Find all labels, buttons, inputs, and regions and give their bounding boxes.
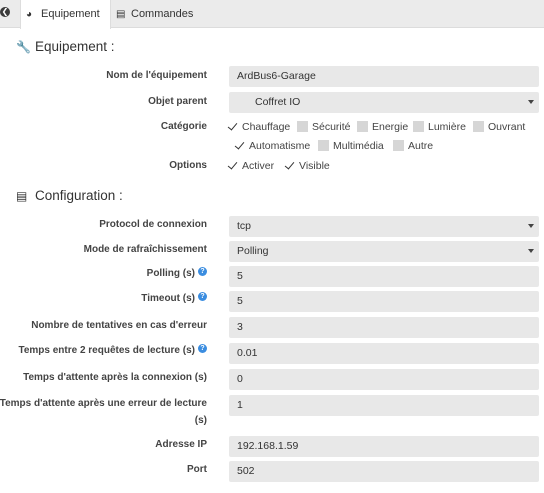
check-icon — [227, 121, 238, 132]
protocol-label: Protocol de connexion — [99, 219, 207, 230]
ip-field[interactable] — [229, 436, 539, 457]
port-label: Port — [187, 464, 207, 475]
temps-requetes-label-text: Temps entre 2 requêtes de lecture (s) — [18, 345, 195, 356]
objet-select-value: Coffret IO — [255, 96, 301, 108]
tab-commandes-label: Commandes — [131, 8, 194, 20]
section-configuration-header: ▤ Configuration : — [16, 188, 123, 203]
polling-label: Polling (s)? — [147, 267, 207, 281]
category-label: Sécurité — [312, 121, 351, 133]
timeout-label: Timeout (s)? — [141, 292, 207, 306]
refresh-select[interactable]: Polling — [229, 241, 539, 262]
attente-connexion-field[interactable] — [229, 369, 539, 390]
objet-label: Objet parent — [148, 96, 207, 107]
checkbox-empty-icon — [318, 140, 329, 151]
nom-field[interactable] — [229, 66, 539, 87]
option-checkbox-activer[interactable]: Activer — [227, 160, 274, 172]
back-arrow-icon[interactable]: ❮ — [0, 7, 10, 17]
protocol-select[interactable]: tcp — [229, 216, 539, 237]
section-configuration-title: Configuration : — [35, 188, 123, 203]
tab-bar: ❮ ◕ Equipement ▤ Commandes — [0, 0, 544, 29]
chevron-down-icon — [528, 224, 534, 228]
checkbox-empty-icon — [473, 121, 484, 132]
help-icon[interactable]: ? — [198, 344, 207, 353]
protocol-select-value: tcp — [237, 220, 252, 232]
category-label: Automatisme — [249, 140, 311, 152]
category-checkbox-autre[interactable]: Autre — [393, 140, 433, 152]
temps-requetes-label: Temps entre 2 requêtes de lecture (s)? — [18, 344, 207, 358]
tentatives-label: Nombre de tentatives en cas d'erreur — [31, 320, 207, 331]
help-icon[interactable]: ? — [198, 267, 207, 276]
options-label: Options — [169, 160, 207, 171]
category-checkbox-lumiere[interactable]: Lumière — [413, 121, 466, 133]
category-label: Multimédia — [333, 140, 384, 152]
nom-label: Nom de l'équipement — [106, 70, 207, 81]
list-icon: ▤ — [116, 9, 126, 20]
tachometer-icon: ◕ — [26, 9, 33, 20]
option-label: Visible — [299, 160, 330, 172]
category-label: Autre — [408, 140, 434, 152]
categorie-label: Catégorie — [160, 121, 207, 132]
chevron-down-icon — [528, 249, 534, 253]
polling-field[interactable] — [229, 266, 539, 287]
section-equipement-header: 🔧 Equipement : — [16, 39, 115, 54]
polling-label-text: Polling (s) — [146, 268, 195, 279]
category-checkbox-multimedia[interactable]: Multimédia — [318, 140, 384, 152]
tab-commandes[interactable]: ▤ Commandes — [111, 0, 194, 28]
category-label: Lumière — [428, 121, 466, 133]
chevron-down-icon — [528, 100, 534, 104]
tab-equipement-label: Equipement — [41, 8, 100, 20]
attente-connexion-label: Temps d'attente après la connexion (s) — [23, 372, 207, 383]
attente-erreur-field[interactable] — [229, 395, 539, 416]
tab-equipement[interactable]: ◕ Equipement — [20, 0, 111, 29]
port-field[interactable] — [229, 461, 539, 482]
attente-erreur-label: Temps d'attente après une erreur de lect… — [0, 398, 207, 426]
check-icon — [284, 160, 295, 171]
tentatives-field[interactable] — [229, 317, 539, 338]
ip-label: Adresse IP — [155, 439, 207, 450]
category-label: Chauffage — [242, 121, 291, 133]
category-checkbox-securite[interactable]: Sécurité — [297, 121, 351, 133]
category-label: Ouvrant — [488, 121, 526, 133]
check-icon — [227, 160, 238, 171]
option-label: Activer — [242, 160, 275, 172]
option-checkbox-visible[interactable]: Visible — [284, 160, 330, 172]
wrench-icon: 🔧 — [16, 40, 31, 54]
category-checkbox-energie[interactable]: Energie — [357, 121, 408, 133]
checkbox-empty-icon — [357, 121, 368, 132]
objet-select[interactable]: Coffret IO — [229, 92, 539, 113]
timeout-field[interactable] — [229, 291, 539, 312]
category-checkbox-automatisme[interactable]: Automatisme — [234, 140, 310, 152]
category-label: Energie — [372, 121, 409, 133]
timeout-label-text: Timeout (s) — [141, 293, 195, 304]
temps-requetes-field[interactable] — [229, 343, 539, 364]
refresh-label: Mode de rafraîchissement — [83, 244, 207, 255]
checkbox-empty-icon — [297, 121, 308, 132]
refresh-select-value: Polling — [237, 245, 269, 257]
list-alt-icon: ▤ — [16, 189, 28, 203]
category-checkbox-chauffage[interactable]: Chauffage — [227, 121, 290, 133]
section-equipement-title: Equipement : — [35, 39, 115, 54]
category-checkbox-ouvrant[interactable]: Ouvrant — [473, 121, 525, 133]
checkbox-empty-icon — [413, 121, 424, 132]
check-icon — [234, 140, 245, 151]
checkbox-empty-icon — [393, 140, 404, 151]
help-icon[interactable]: ? — [198, 292, 207, 301]
